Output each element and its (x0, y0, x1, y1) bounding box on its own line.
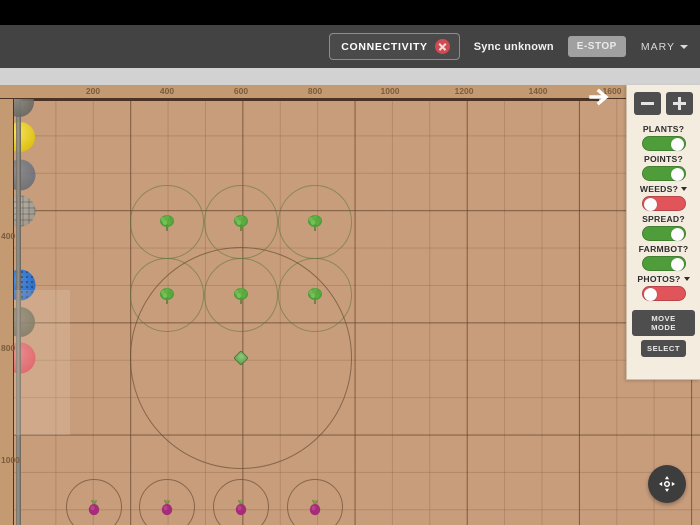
connectivity-label: CONNECTIVITY (341, 40, 428, 53)
gantry-arm (19, 99, 599, 101)
ruler-v-tick: 800 (1, 343, 16, 353)
toggle-plants[interactable] (641, 136, 686, 151)
toggle-label-farmbot: FARMBOT? (638, 244, 689, 254)
select-button[interactable]: SELECT (641, 340, 686, 357)
beet-plant-icon (309, 499, 321, 516)
beet-plant-icon (235, 499, 247, 516)
zoom-out-button[interactable] (634, 92, 661, 115)
plant-marker[interactable] (156, 284, 178, 306)
ruler-h-tick: 1400 (528, 86, 548, 96)
ruler-h-tick: 200 (85, 86, 101, 96)
arrow-right-icon[interactable] (588, 86, 612, 108)
chevron-down-icon[interactable] (681, 187, 688, 191)
beet-plant-icon (88, 499, 100, 516)
toggle-weeds[interactable] (641, 196, 686, 211)
chevron-down-icon (680, 44, 688, 49)
leafy-green-plant-icon (234, 288, 248, 304)
top-navbar: CONNECTIVITY Sync unknown E-STOP MARY (0, 25, 700, 68)
e-stop-button[interactable]: E-STOP (567, 36, 626, 57)
plant-marker[interactable] (83, 497, 105, 519)
user-name-label: MARY (640, 40, 675, 53)
ruler-h-tick: 800 (307, 86, 323, 96)
toggle-farmbot[interactable] (641, 256, 686, 271)
toggle-label-weeds[interactable]: WEEDS? (640, 184, 688, 194)
toggle-points[interactable] (641, 166, 686, 181)
move-mode-button[interactable]: MOVE MODE (632, 310, 695, 336)
plant-marker[interactable] (230, 497, 252, 519)
ruler-h-tick: 1200 (454, 86, 474, 96)
map-controls-panel: PLANTS? POINTS? WEEDS? SPREAD? FARMBOT? … (626, 85, 700, 380)
zoom-controls (634, 92, 693, 115)
leafy-green-plant-icon (308, 288, 322, 304)
ruler-h-tick: 1000 (380, 86, 400, 96)
toggle-label-spread: SPREAD? (642, 214, 685, 224)
toggle-photos[interactable] (641, 286, 686, 301)
ruler-h-tick: 600 (233, 86, 249, 96)
sub-nav-strip (0, 68, 700, 85)
farmbot-designer-app: CONNECTIVITY Sync unknown E-STOP MARY 40… (0, 0, 700, 525)
leafy-green-plant-icon (308, 215, 322, 231)
top-black-strip (0, 0, 700, 25)
plant-marker[interactable] (230, 211, 252, 233)
beet-plant-icon (161, 499, 173, 516)
leafy-green-plant-icon (160, 215, 174, 231)
leafy-green-plant-icon (160, 288, 174, 304)
toggle-label-photos[interactable]: PHOTOS? (637, 274, 690, 284)
toggle-spread[interactable] (641, 226, 686, 241)
ruler-vertical: 400 800 1000 (0, 85, 20, 525)
move-arrows-icon (659, 476, 675, 492)
plant-marker[interactable] (304, 211, 326, 233)
chevron-down-icon[interactable] (683, 277, 690, 281)
minus-icon (641, 102, 654, 105)
leafy-green-plant-icon (234, 215, 248, 231)
plant-marker[interactable] (156, 497, 178, 519)
ruler-v-tick: 400 (1, 231, 16, 241)
garden-map[interactable]: 400 800 1000 200 400 600 800 1000 1200 1… (0, 85, 700, 525)
plant-marker[interactable] (304, 497, 326, 519)
plant-marker[interactable] (304, 284, 326, 306)
move-mode-fab[interactable] (648, 465, 686, 503)
ruler-v-tick: 1000 (1, 455, 20, 465)
toggle-label-points: POINTS? (644, 154, 683, 164)
connectivity-button[interactable]: CONNECTIVITY (329, 33, 460, 60)
circle-x-icon (434, 39, 450, 54)
zoom-in-button[interactable] (666, 92, 693, 115)
sync-status-label: Sync unknown (473, 40, 554, 53)
plant-marker[interactable] (156, 211, 178, 233)
user-menu[interactable]: MARY (641, 41, 688, 53)
plant-marker[interactable] (230, 284, 252, 306)
toggle-label-plants: PLANTS? (642, 124, 685, 134)
ruler-h-tick: 400 (159, 86, 175, 96)
